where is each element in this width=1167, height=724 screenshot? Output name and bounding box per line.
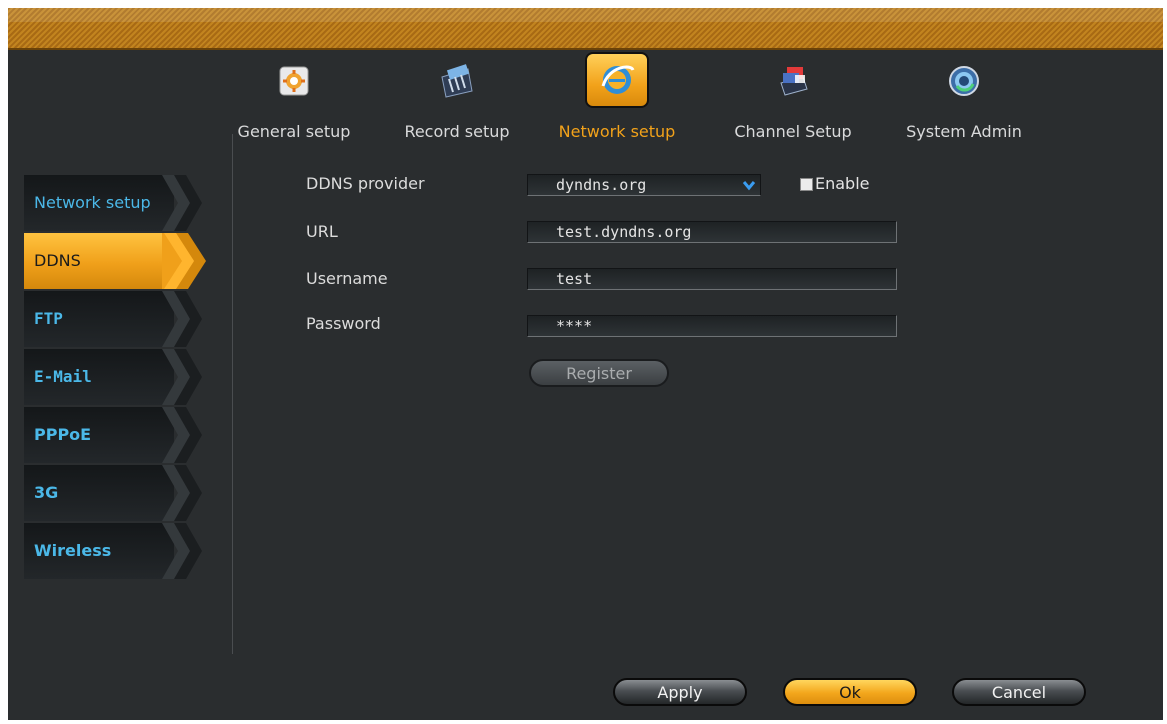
- sidebar-divider: [232, 134, 233, 654]
- chevron-down-icon: [742, 181, 756, 191]
- cancel-button[interactable]: Cancel: [952, 678, 1086, 706]
- tab-record-setup-label: Record setup: [404, 122, 510, 141]
- title-bar: [8, 8, 1163, 50]
- password-label: Password: [306, 314, 381, 333]
- username-label: Username: [306, 269, 388, 288]
- sidebar-item-label: E-Mail: [34, 367, 92, 386]
- sidebar-item-pppoe[interactable]: PPPoE: [24, 407, 204, 463]
- tab-system-admin-label: System Admin: [906, 122, 1022, 141]
- settings-window: General setup Record setup Network setup…: [8, 8, 1163, 720]
- chevron-right-icon: [162, 291, 202, 347]
- tab-network-setup-label: Network setup: [558, 122, 676, 141]
- chevron-right-icon: [162, 233, 206, 289]
- url-field[interactable]: test.dyndns.org: [527, 221, 897, 243]
- tab-record-setup[interactable]: Record setup: [382, 54, 532, 154]
- network-setup-icon: [585, 52, 649, 108]
- general-setup-icon: [271, 58, 317, 104]
- sidebar-item-label: DDNS: [34, 251, 81, 270]
- title-bar-shine: [8, 8, 1163, 22]
- chevron-right-icon: [162, 523, 202, 579]
- password-field[interactable]: ****: [527, 315, 897, 337]
- tab-network-setup[interactable]: Network setup: [542, 52, 692, 154]
- sidebar-item-label: Wireless: [34, 541, 112, 560]
- chevron-right-icon: [162, 465, 202, 521]
- sidebar-item-wireless[interactable]: Wireless: [24, 523, 204, 579]
- ddns-provider-label: DDNS provider: [306, 174, 425, 193]
- sidebar-item-ftp[interactable]: FTP: [24, 291, 204, 347]
- register-button[interactable]: Register: [529, 359, 669, 387]
- tab-general-setup[interactable]: General setup: [219, 54, 369, 154]
- username-field[interactable]: test: [527, 268, 897, 290]
- sidebar-item-network-setup[interactable]: Network setup: [24, 175, 204, 231]
- chevron-right-icon: [162, 175, 202, 231]
- apply-button[interactable]: Apply: [613, 678, 747, 706]
- record-setup-icon: [434, 58, 480, 104]
- sidebar-item-label: FTP: [34, 309, 63, 328]
- tab-system-admin[interactable]: System Admin: [889, 54, 1039, 154]
- sidebar-item-label: PPPoE: [34, 425, 92, 444]
- tab-channel-setup[interactable]: Channel Setup: [718, 54, 868, 154]
- url-label: URL: [306, 222, 338, 241]
- tab-channel-setup-label: Channel Setup: [734, 122, 852, 141]
- ddns-provider-value: dyndns.org: [556, 176, 647, 194]
- sidebar-item-3g[interactable]: 3G: [24, 465, 204, 521]
- sidebar-item-label: Network setup: [34, 193, 151, 212]
- chevron-right-icon: [162, 407, 202, 463]
- tab-general-setup-label: General setup: [237, 122, 351, 141]
- chevron-right-icon: [162, 349, 202, 405]
- ddns-provider-select[interactable]: dyndns.org: [527, 174, 761, 196]
- channel-setup-icon: [770, 58, 816, 104]
- enable-label: Enable: [815, 174, 870, 193]
- sidebar-item-label: 3G: [34, 483, 59, 502]
- sidebar-item-ddns[interactable]: DDNS: [24, 233, 206, 289]
- ok-button[interactable]: Ok: [783, 678, 917, 706]
- enable-checkbox[interactable]: [800, 178, 813, 191]
- sidebar-item-email[interactable]: E-Mail: [24, 349, 204, 405]
- system-admin-icon: [941, 58, 987, 104]
